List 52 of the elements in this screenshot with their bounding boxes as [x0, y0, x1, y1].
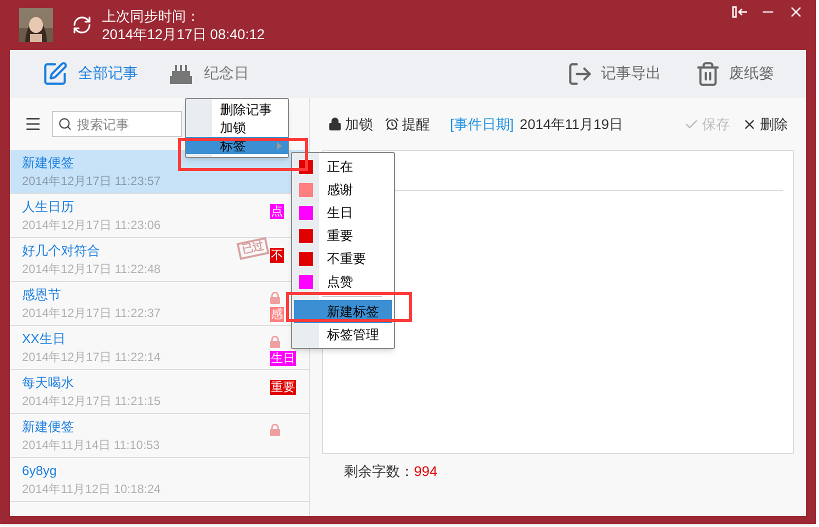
menu-item[interactable]: 加锁	[186, 119, 288, 136]
note-time: 2014年11月12日 10:18:24	[22, 481, 161, 498]
search-field[interactable]: 搜索记事	[52, 111, 182, 137]
tag-label: 重要	[270, 380, 296, 395]
note-time: 2014年12月17日 11:22:37	[22, 305, 161, 322]
edit-icon	[42, 61, 68, 87]
note-title: 新建便签	[22, 154, 74, 172]
alarm-clock-icon	[385, 117, 399, 131]
menu-icon[interactable]	[24, 115, 42, 133]
search-icon	[58, 117, 72, 131]
dock-icon[interactable]	[732, 5, 748, 19]
sync-label: 上次同步时间：	[102, 7, 201, 25]
event-date: 2014年11月19日	[520, 114, 624, 134]
lock-button[interactable]: 加锁	[328, 114, 373, 134]
trash-icon	[695, 61, 721, 87]
note-title: 感恩节	[22, 286, 61, 304]
nav-tab[interactable]: 全部记事	[42, 61, 138, 87]
note-title: 每天喝水	[22, 374, 74, 392]
note-item[interactable]: 新建便签 2014年11月14日 11:10:53	[10, 414, 309, 458]
remind-button[interactable]: 提醒	[385, 114, 430, 134]
sync-time: 2014年12月17日 08:40:12	[102, 25, 265, 43]
note-time: 2014年12月17日 11:23:57	[22, 173, 161, 190]
note-time: 2014年12月17日 11:22:14	[22, 349, 161, 366]
tag-label: 生日	[270, 351, 296, 366]
tag-label: 不	[270, 248, 284, 263]
note-item[interactable]: 6y8yg 2014年11月12日 10:18:24	[10, 458, 309, 502]
cake-icon	[168, 62, 194, 86]
note-title: 人生日历	[22, 198, 74, 216]
note-title: XX生日	[22, 330, 66, 348]
note-time: 2014年12月17日 11:23:06	[22, 217, 161, 234]
note-time: 2014年11月14日 11:10:53	[22, 437, 160, 454]
event-date-link[interactable]: [事件日期]	[450, 114, 514, 134]
menu-item[interactable]: 删除记事	[186, 101, 288, 118]
note-title: 新建便签	[22, 418, 74, 436]
toolbar-button[interactable]: 记事导出	[567, 61, 661, 87]
nav-tab[interactable]: 纪念日	[168, 62, 249, 86]
note-title: 6y8yg	[22, 462, 57, 480]
note-time: 2014年12月17日 11:22:48	[22, 261, 161, 278]
tag-label: 点	[270, 204, 284, 219]
tag-label: 感	[270, 307, 284, 322]
note-time: 2014年12月17日 11:21:15	[22, 393, 161, 410]
toolbar-button[interactable]: 废纸篓	[695, 61, 774, 87]
note-title: 好几个对符合	[22, 242, 100, 260]
sync-icon[interactable]	[72, 15, 92, 35]
lock-icon	[328, 117, 342, 131]
note-item[interactable]: 每天喝水 2014年12月17日 11:21:15 重要	[10, 370, 309, 414]
save-button: 保存	[684, 114, 730, 134]
remaining-label: 剩余字数：	[344, 462, 414, 480]
remaining-count: 994	[414, 462, 438, 480]
expired-stamp: 已过	[236, 237, 270, 260]
export-icon	[567, 61, 593, 87]
delete-button[interactable]: 删除	[742, 114, 788, 134]
